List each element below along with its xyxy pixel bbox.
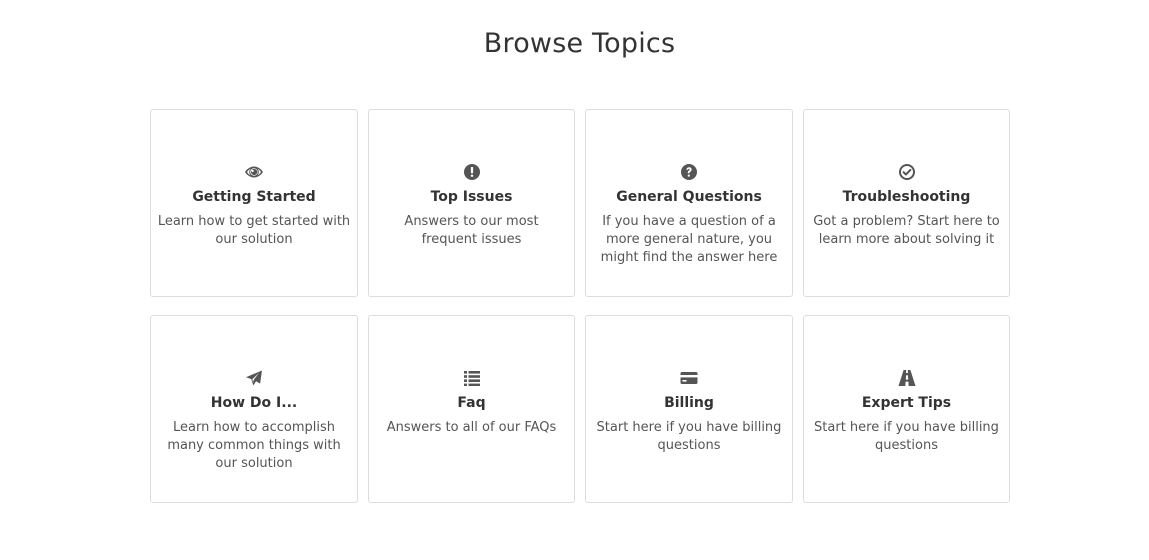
list-icon [462, 368, 482, 388]
topic-title: General Questions [616, 189, 762, 205]
topic-card-getting-started[interactable]: Getting Started Learn how to get started… [150, 109, 358, 297]
topics-grid: Getting Started Learn how to get started… [150, 109, 1010, 503]
topic-title: How Do I... [210, 395, 298, 411]
topic-title: Getting Started [192, 189, 316, 205]
topic-description: Learn how to accomplish many common thin… [167, 420, 341, 471]
topic-card-billing[interactable]: Billing Start here if you have billing q… [585, 315, 793, 503]
topic-card-general-questions[interactable]: General Questions If you have a question… [585, 109, 793, 297]
topic-card-expert-tips[interactable]: Expert Tips Start here if you have billi… [803, 315, 1010, 503]
topic-title: Billing [664, 395, 714, 411]
topic-title: Top Issues [430, 189, 513, 205]
topic-card-top-issues[interactable]: Top Issues Answers to our most frequent … [368, 109, 575, 297]
topic-title: Troubleshooting [842, 189, 971, 205]
topic-description: Answers to all of our FAQs [386, 420, 557, 435]
topic-description: Answers to our most frequent issues [404, 214, 539, 247]
topic-card-faq[interactable]: Faq Answers to all of our FAQs [368, 315, 575, 503]
topic-card-how-do-i[interactable]: How Do I... Learn how to accomplish many… [150, 315, 358, 503]
topic-title: Faq [457, 395, 486, 411]
topic-title: Expert Tips [861, 395, 952, 411]
topic-description: Start here if you have billing questions [814, 420, 999, 453]
paper-plane-icon [244, 368, 264, 388]
check-circle-icon [897, 162, 917, 182]
topic-description: Got a problem? Start here to learn more … [813, 214, 1000, 247]
topic-description: If you have a question of a more general… [600, 214, 778, 265]
road-icon [897, 368, 917, 388]
credit-card-icon [679, 368, 699, 388]
topic-description: Learn how to get started with our soluti… [157, 214, 351, 247]
eye-icon [244, 162, 264, 182]
topic-description: Start here if you have billing questions [596, 420, 782, 453]
exclamation-circle-icon [462, 162, 482, 182]
topic-card-troubleshooting[interactable]: Troubleshooting Got a problem? Start her… [803, 109, 1010, 297]
page-title: Browse Topics [483, 28, 676, 59]
question-circle-icon [679, 162, 699, 182]
